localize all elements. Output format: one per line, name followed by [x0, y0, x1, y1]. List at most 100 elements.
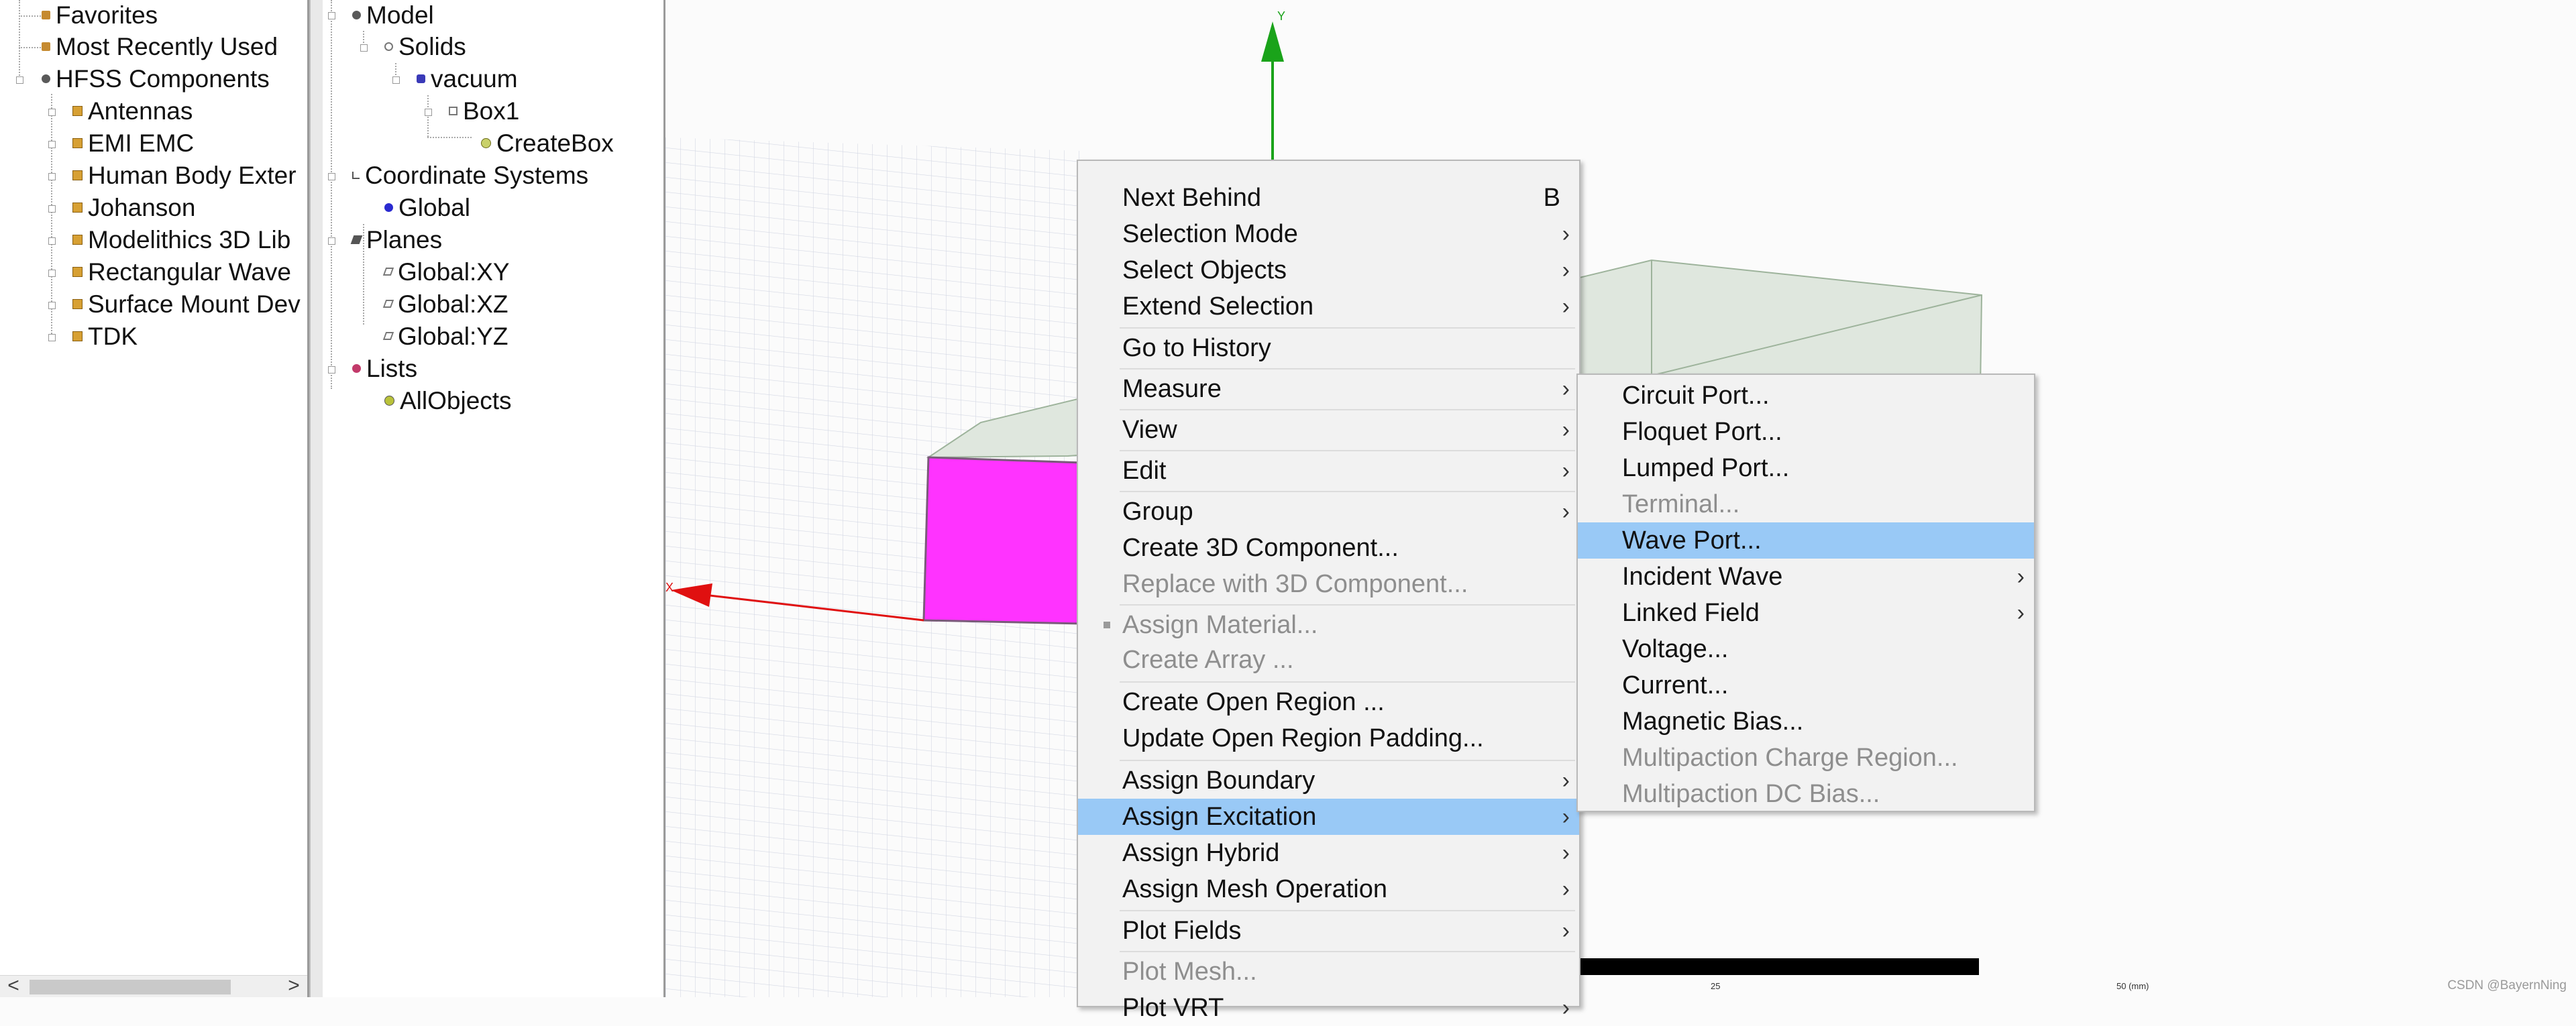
- menu-item-lumped-port[interactable]: Lumped Port...: [1578, 450, 2034, 486]
- tree-item-label: vacuum: [431, 65, 518, 93]
- menu-item-selection-mode[interactable]: Selection Mode ›: [1078, 216, 1579, 252]
- menu-item-create-3d-component[interactable]: Create 3D Component...: [1078, 530, 1579, 566]
- menu-item-go-to-history[interactable]: Go to History: [1078, 330, 1579, 366]
- menu-item-view[interactable]: View ›: [1078, 412, 1579, 448]
- library-item-hfss-components[interactable]: HFSS Components: [42, 64, 270, 95]
- menu-item-circuit-port[interactable]: Circuit Port...: [1578, 378, 2034, 414]
- tree-item-model[interactable]: Model: [352, 0, 434, 31]
- horizontal-scrollbar[interactable]: < >: [0, 975, 307, 997]
- library-item-human-body[interactable]: Human Body Exter: [72, 160, 297, 191]
- collapse-toggle[interactable]: [360, 44, 368, 52]
- tree-item-allobjects[interactable]: AllObjects: [384, 386, 512, 416]
- tree-item-vacuum[interactable]: vacuum: [417, 64, 518, 95]
- expand-toggle[interactable]: [48, 141, 56, 148]
- collapse-toggle[interactable]: [328, 237, 335, 245]
- menu-item-group[interactable]: Group ›: [1078, 494, 1579, 530]
- expand-toggle[interactable]: [48, 237, 56, 245]
- submenu-arrow-icon: ›: [1562, 258, 1570, 283]
- menu-item-voltage[interactable]: Voltage...: [1578, 631, 2034, 667]
- tree-item-label: Box1: [463, 97, 520, 125]
- menu-separator: [1120, 681, 1575, 683]
- tree-item-global[interactable]: Global: [384, 192, 470, 223]
- tree-item-global-yz[interactable]: Global:YZ: [382, 321, 508, 352]
- menu-separator: [1120, 368, 1575, 369]
- menu-item-assign-hybrid[interactable]: Assign Hybrid ›: [1078, 835, 1579, 871]
- library-item-label: Surface Mount Dev: [88, 290, 301, 318]
- tree-item-coordinate-systems[interactable]: Coordinate Systems: [352, 160, 588, 191]
- menu-item-label: Current...: [1622, 671, 1729, 699]
- menu-item-assign-mesh-operation[interactable]: Assign Mesh Operation ›: [1078, 871, 1579, 907]
- tree-item-lists[interactable]: Lists: [352, 353, 417, 384]
- menu-item-assign-boundary[interactable]: Assign Boundary ›: [1078, 762, 1579, 799]
- tree-item-box1[interactable]: Box1: [449, 96, 519, 127]
- collapse-toggle[interactable]: [16, 76, 23, 84]
- expand-toggle[interactable]: [48, 109, 56, 116]
- menu-item-next-behind[interactable]: Next Behind B: [1078, 180, 1579, 216]
- material-icon: [1104, 622, 1110, 628]
- library-item-rectangular-wave[interactable]: Rectangular Wave: [72, 257, 291, 288]
- menu-item-floquet-port[interactable]: Floquet Port...: [1578, 414, 2034, 450]
- tree-item-createbox[interactable]: CreateBox: [481, 128, 614, 159]
- collapse-toggle[interactable]: [328, 366, 335, 374]
- planes-icon: [350, 235, 363, 244]
- menu-item-plot-vrt[interactable]: Plot VRT ›: [1078, 990, 1579, 1026]
- submenu-arrow-icon: ›: [1562, 458, 1570, 483]
- menu-item-edit[interactable]: Edit ›: [1078, 453, 1579, 489]
- library-item-johanson[interactable]: Johanson: [72, 192, 195, 223]
- folder-icon: [72, 105, 83, 116]
- menu-item-current[interactable]: Current...: [1578, 667, 2034, 703]
- expand-toggle[interactable]: [48, 334, 56, 341]
- tree-item-label: Lists: [366, 355, 418, 382]
- expand-toggle[interactable]: [48, 173, 56, 180]
- tree-item-global-xz[interactable]: Global:XZ: [382, 289, 508, 320]
- scrollbar-thumb[interactable]: [30, 980, 231, 994]
- library-item-favorites[interactable]: Favorites: [42, 0, 158, 31]
- x-axis-label: X: [665, 581, 674, 594]
- menu-item-update-open-region-padding[interactable]: Update Open Region Padding...: [1078, 720, 1579, 756]
- menu-item-plot-fields[interactable]: Plot Fields ›: [1078, 913, 1579, 949]
- menu-item-magnetic-bias[interactable]: Magnetic Bias...: [1578, 703, 2034, 740]
- expand-toggle[interactable]: [48, 205, 56, 213]
- library-item-modelithics[interactable]: Modelithics 3D Lib: [72, 225, 290, 255]
- expand-toggle[interactable]: [48, 270, 56, 277]
- tree-guide-line: [427, 137, 472, 138]
- submenu-arrow-icon: ›: [1562, 804, 1570, 830]
- menu-item-measure[interactable]: Measure ›: [1078, 371, 1579, 407]
- library-item-emi-emc[interactable]: EMI EMC: [72, 128, 194, 159]
- panel-splitter[interactable]: [309, 0, 324, 997]
- menu-item-extend-selection[interactable]: Extend Selection ›: [1078, 288, 1579, 325]
- tree-item-global-xy[interactable]: Global:XY: [382, 257, 510, 288]
- menu-item-wave-port[interactable]: Wave Port...: [1578, 522, 2034, 559]
- tree-item-solids[interactable]: Solids: [384, 32, 466, 62]
- expand-toggle[interactable]: [48, 302, 56, 309]
- library-item-most-recently-used[interactable]: Most Recently Used: [42, 32, 278, 62]
- menu-item-label: Create 3D Component...: [1122, 534, 1399, 562]
- collapse-toggle[interactable]: [425, 109, 432, 116]
- excitation-submenu: Circuit Port... Floquet Port... Lumped P…: [1576, 374, 2035, 812]
- scroll-left-button[interactable]: <: [0, 976, 27, 997]
- menu-item-select-objects[interactable]: Select Objects ›: [1078, 252, 1579, 288]
- tree-item-planes[interactable]: Planes: [350, 225, 442, 255]
- submenu-arrow-icon: ›: [2017, 564, 2025, 589]
- library-item-label: TDK: [88, 323, 138, 350]
- menu-item-create-open-region[interactable]: Create Open Region ...: [1078, 684, 1579, 720]
- menu-item-label: Update Open Region Padding...: [1122, 724, 1484, 752]
- library-item-antennas[interactable]: Antennas: [72, 96, 193, 127]
- menu-separator: [1120, 910, 1575, 911]
- library-item-tdk[interactable]: TDK: [72, 321, 138, 352]
- tree-item-label: AllObjects: [400, 387, 512, 414]
- library-item-surface-mount[interactable]: Surface Mount Dev: [72, 289, 301, 320]
- scroll-right-button[interactable]: >: [280, 976, 307, 997]
- menu-item-multipaction-dc-bias: Multipaction DC Bias...: [1578, 776, 2034, 812]
- collapse-toggle[interactable]: [328, 12, 335, 19]
- menu-item-label: Assign Mesh Operation: [1122, 875, 1387, 903]
- collapse-toggle[interactable]: [392, 76, 400, 84]
- menu-item-incident-wave[interactable]: Incident Wave ›: [1578, 559, 2034, 595]
- plane-icon: [382, 268, 394, 276]
- menu-item-assign-excitation[interactable]: Assign Excitation ›: [1078, 799, 1579, 835]
- global-cs-icon: [384, 203, 393, 212]
- collapse-toggle[interactable]: [328, 173, 335, 180]
- menu-item-linked-field[interactable]: Linked Field ›: [1578, 595, 2034, 631]
- menu-separator: [1120, 450, 1575, 451]
- box-front-face[interactable]: [922, 456, 1083, 625]
